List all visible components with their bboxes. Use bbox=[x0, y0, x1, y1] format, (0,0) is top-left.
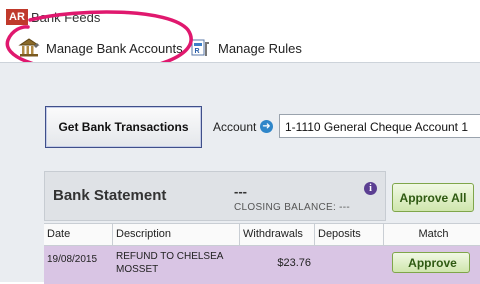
column-description[interactable]: Description bbox=[113, 224, 240, 245]
closing-balance: CLOSING BALANCE: --- bbox=[234, 202, 351, 213]
column-match[interactable]: Match bbox=[384, 224, 480, 245]
bank-feeds-content: Get Bank Transactions Account ➜ 1-1110 G… bbox=[0, 62, 480, 284]
manage-bank-accounts-button[interactable]: Manage Bank Accounts bbox=[18, 36, 183, 60]
title-bar: AR Bank Feeds bbox=[0, 0, 480, 34]
column-deposits[interactable]: Deposits bbox=[315, 224, 384, 245]
approve-all-button[interactable]: Approve All bbox=[392, 183, 474, 212]
app-logo: AR bbox=[6, 9, 28, 25]
account-label: Account bbox=[213, 120, 257, 134]
row-date: 19/08/2015 bbox=[47, 254, 98, 265]
row-deposits bbox=[315, 246, 384, 284]
row-description: REFUND TO CHELSEA MOSSET bbox=[116, 251, 223, 275]
rules-icon: R bbox=[190, 37, 212, 59]
arrow-right-icon[interactable]: ➜ bbox=[260, 120, 273, 133]
row-match: Approve bbox=[384, 246, 480, 284]
manage-bank-accounts-label: Manage Bank Accounts bbox=[46, 40, 183, 56]
window-title: Bank Feeds bbox=[31, 10, 101, 25]
approve-button[interactable]: Approve bbox=[392, 252, 470, 273]
transactions-table: Date Description Withdrawals Deposits Ma… bbox=[44, 223, 480, 284]
bank-icon bbox=[18, 37, 40, 59]
bank-statement-panel: Bank Statement --- CLOSING BALANCE: --- … bbox=[44, 171, 386, 221]
manage-rules-button[interactable]: R Manage Rules bbox=[190, 36, 302, 60]
column-date[interactable]: Date bbox=[44, 224, 113, 245]
column-withdrawals[interactable]: Withdrawals bbox=[240, 224, 315, 245]
row-withdrawals: $23.76 bbox=[277, 257, 311, 269]
statement-amount: --- bbox=[234, 184, 247, 199]
info-icon[interactable]: i bbox=[364, 182, 377, 195]
table-row[interactable]: 19/08/2015 REFUND TO CHELSEA MOSSET $23.… bbox=[44, 246, 480, 284]
table-header: Date Description Withdrawals Deposits Ma… bbox=[44, 223, 480, 246]
account-select[interactable]: 1-1110 General Cheque Account 1 bbox=[279, 114, 480, 138]
toolbar: Manage Bank Accounts R Manage Rules bbox=[0, 34, 480, 62]
manage-rules-label: Manage Rules bbox=[218, 40, 302, 56]
bank-statement-title: Bank Statement bbox=[53, 187, 167, 204]
get-bank-transactions-button[interactable]: Get Bank Transactions bbox=[45, 106, 202, 148]
svg-text:R: R bbox=[195, 48, 200, 55]
